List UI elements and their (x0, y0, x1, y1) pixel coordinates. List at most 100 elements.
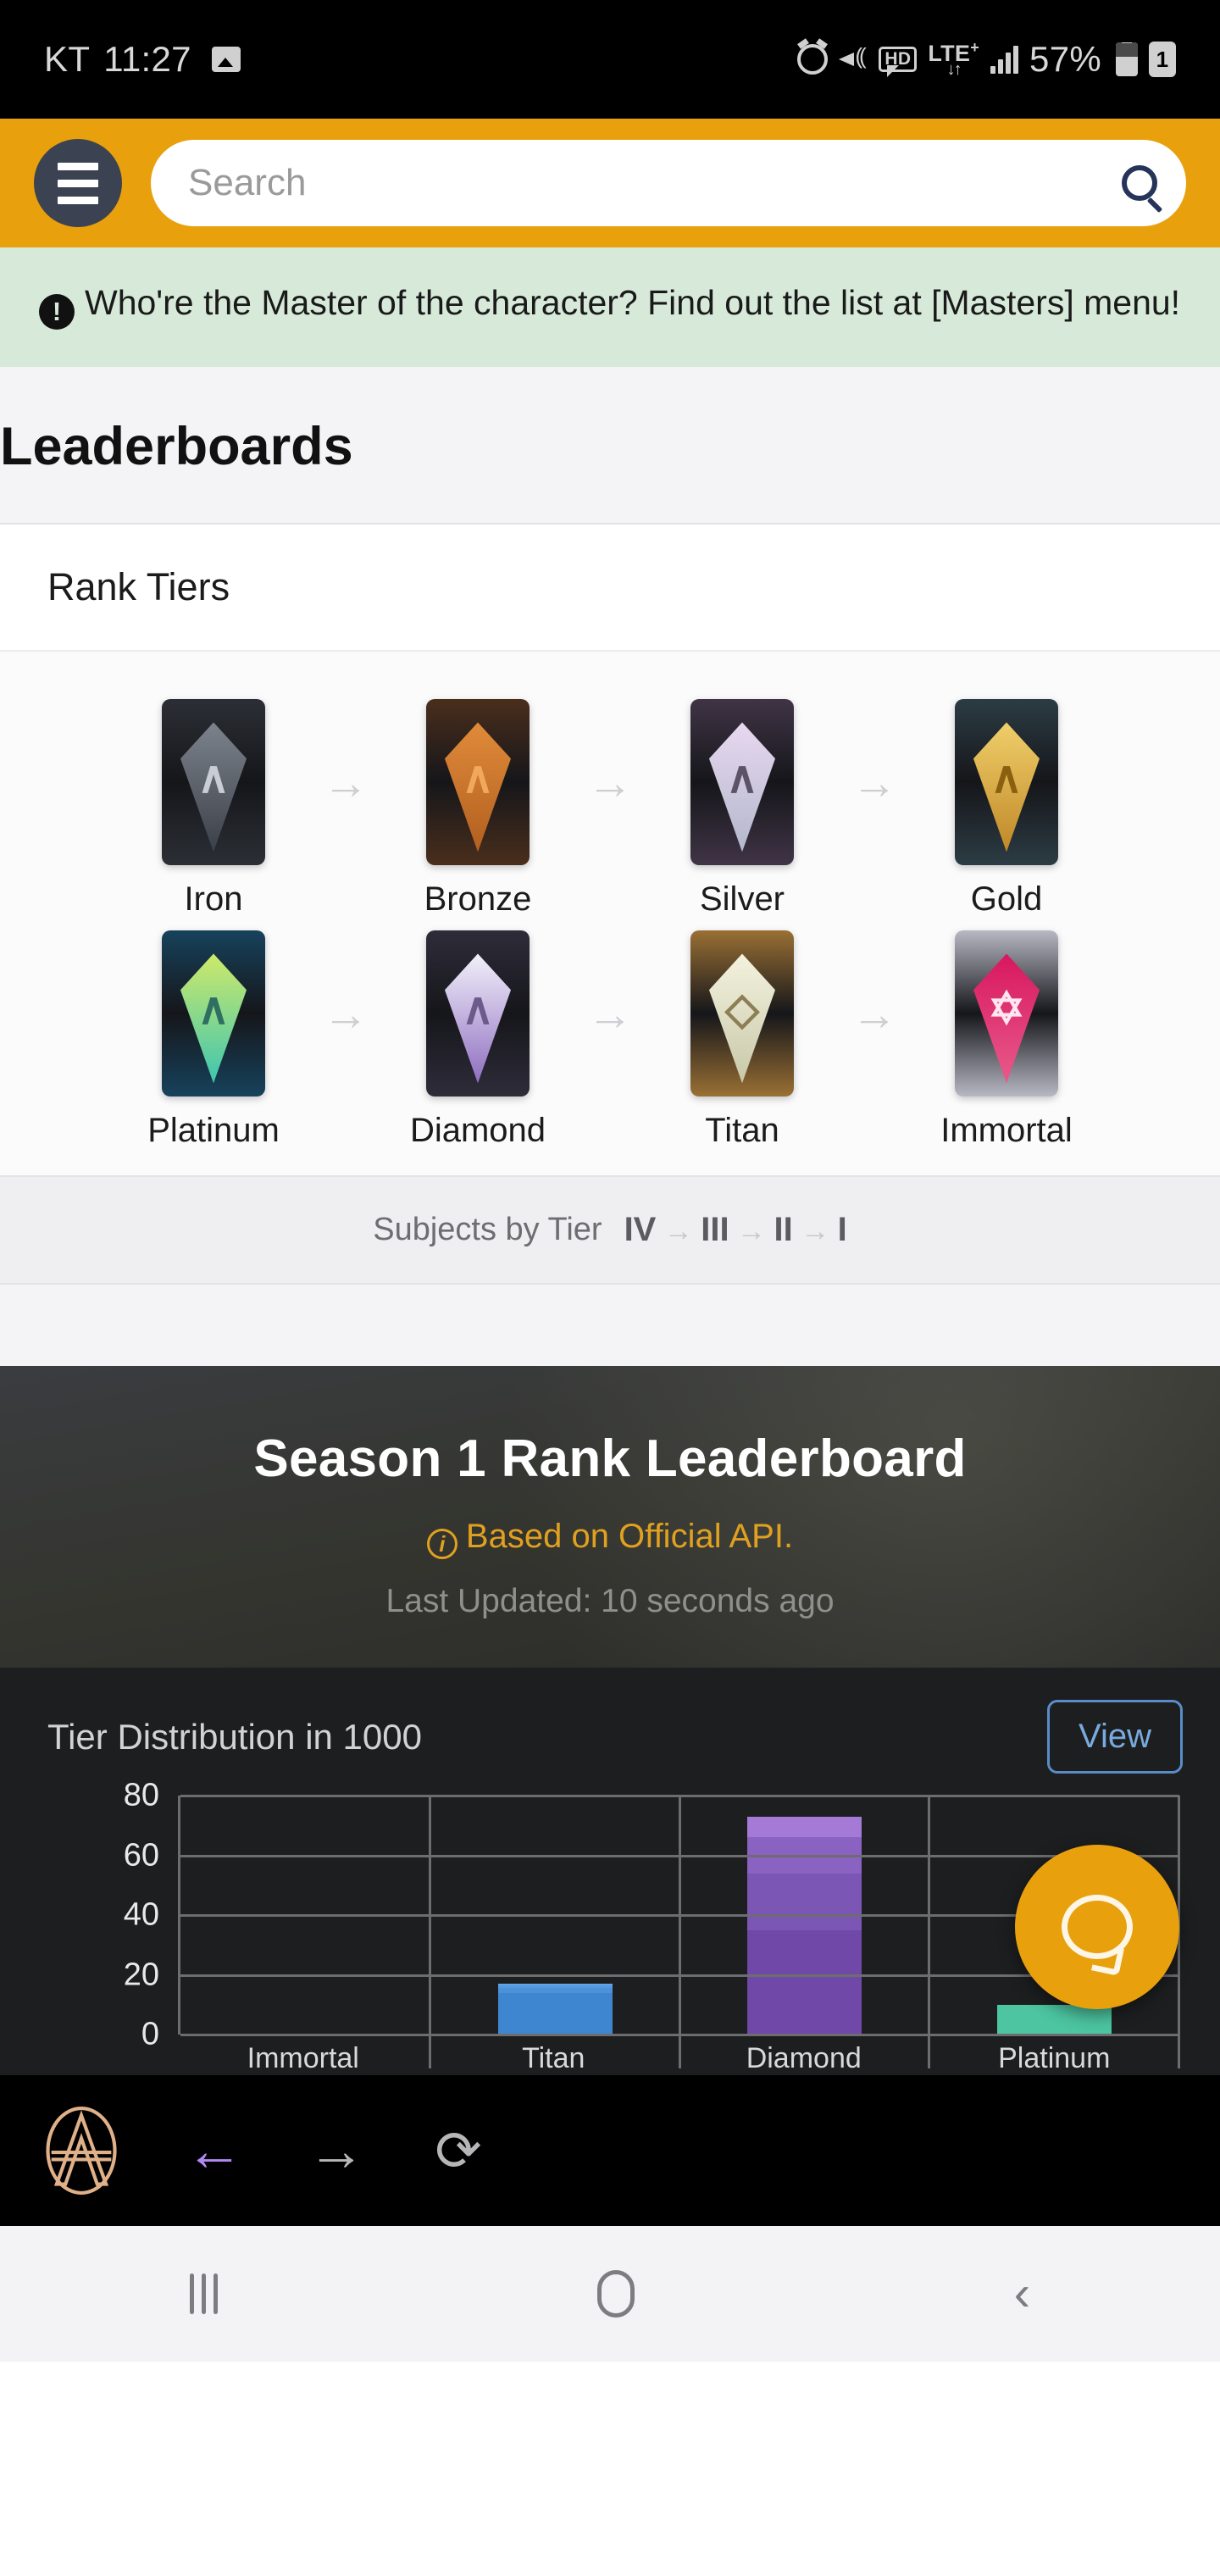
browser-toolbar: ← → ⟳ (0, 2075, 1220, 2226)
tier-row-top: ∧ Iron → ∧ Bronze → ∧ Silver → ∧ Gold (24, 699, 1196, 919)
sim-1-icon: 1 (1149, 42, 1176, 77)
search-placeholder: Search (188, 162, 307, 203)
tier-badge-immortal-icon: ✡ (955, 930, 1058, 1096)
chart-panel: Tier Distribution in 1000 View 0 20 40 60 80… (0, 1668, 1220, 2075)
bar-segment (997, 2004, 1112, 2035)
tier-badge-bronze-icon: ∧ (426, 699, 530, 865)
chart-header: Tier Distribution in 1000 View (0, 1668, 1220, 1789)
bar-segment (747, 1929, 862, 2035)
tier-item-immortal[interactable]: ✡ Immortal (909, 930, 1104, 1150)
tier-item-titan[interactable]: ◇ Titan (645, 930, 840, 1150)
arrow-left-icon[interactable]: ← (181, 2118, 247, 2184)
recent-apps-icon[interactable] (189, 2273, 218, 2314)
tier-progression-arrow-icon: → (587, 989, 633, 1040)
y-axis-tick: 20 (123, 1957, 159, 1992)
tier-item-platinum[interactable]: ∧ Platinum (116, 930, 311, 1150)
rank-tiers-header: Rank Tiers (0, 525, 1220, 652)
back-icon[interactable]: ‹ (1014, 2269, 1030, 2318)
android-navigation-bar: ‹ (0, 2226, 1220, 2362)
chat-bubble-icon[interactable] (1015, 1845, 1179, 2009)
carrier-label: KT (44, 39, 91, 79)
subjects-label: Subjects by Tier (373, 1212, 602, 1247)
tier-badge-glyph: ✡ (988, 984, 1025, 1034)
page-body: Leaderboards Rank Tiers ∧ Iron → ∧ Bronze → ∧ S… (0, 367, 1220, 1366)
back-glyph: ‹ (1013, 2266, 1031, 2321)
bar-segment (497, 1992, 613, 2035)
tier-item-diamond[interactable]: ∧ Diamond (380, 930, 575, 1150)
tier-badge-glyph: ∧ (197, 984, 230, 1034)
status-bar-right: HD LTE+ ↓↑ 57% 1 (797, 39, 1176, 80)
reload-glyph: ⟳ (435, 2118, 482, 2182)
bar-segment (747, 1873, 862, 1930)
arrow-right-icon[interactable]: → (303, 2118, 369, 2184)
tier-label: Platinum (147, 1112, 280, 1149)
bar-stack (997, 2004, 1112, 2035)
x-axis-label: Immortal (247, 2042, 359, 2074)
status-bar-left: KT 11:27 (44, 39, 241, 80)
subject-arrow-icon: → (656, 1215, 702, 1247)
view-button[interactable]: View (1047, 1700, 1183, 1774)
clock-label: 11:27 (103, 39, 191, 79)
tier-badge-iron-icon: ∧ (162, 699, 265, 865)
battery-percent-label: 57% (1029, 39, 1101, 79)
tier-item-gold[interactable]: ∧ Gold (909, 699, 1104, 919)
tier-badge-silver-icon: ∧ (690, 699, 794, 865)
hamburger-icon[interactable] (34, 139, 122, 227)
tier-item-bronze[interactable]: ∧ Bronze (380, 699, 575, 919)
home-glyph (596, 2270, 635, 2318)
subject-tier-I: I (837, 1211, 847, 1248)
subject-tier-II: II (774, 1211, 793, 1248)
chart-x-axis-labels: Immortal Titan Diamond Platinum (178, 2042, 1179, 2075)
exclamation-icon: ! (39, 294, 75, 330)
tier-progression-arrow-icon: → (587, 758, 633, 808)
notice-banner[interactable]: ! Who're the Master of the character? Fin… (0, 247, 1220, 367)
rank-tiers-card: Rank Tiers ∧ Iron → ∧ Bronze → ∧ Silver → ∧ Gold ∧… (0, 523, 1220, 1177)
tier-badge-diamond-icon: ∧ (426, 930, 530, 1096)
recent-apps-glyph (189, 2273, 218, 2314)
signal-bars-icon (990, 45, 1019, 74)
tier-distribution-chart: 0 20 40 60 80 Immortal Titan Diamond Platinum (0, 1778, 1220, 2075)
back-arrow-glyph: ← (186, 2118, 243, 2183)
vertical-gridline (928, 1796, 931, 2068)
subject-tier-III: III (701, 1211, 729, 1248)
apex-logo-icon[interactable] (37, 2107, 125, 2195)
y-axis-tick: 0 (141, 2016, 159, 2052)
reload-icon[interactable]: ⟳ (425, 2118, 491, 2184)
tier-label: Diamond (409, 1112, 546, 1149)
vibrate-mute-icon (839, 43, 868, 72)
subject-arrow-icon: → (792, 1215, 838, 1247)
tier-label: Silver (699, 880, 785, 918)
tier-progression-arrow-icon: → (323, 758, 369, 808)
search-input[interactable]: Search (151, 140, 1186, 226)
tier-item-silver[interactable]: ∧ Silver (645, 699, 840, 919)
page-title: Leaderboards (0, 417, 353, 476)
alarm-icon (797, 44, 829, 75)
bar-stack (497, 1984, 613, 2035)
tier-badge-titan-icon: ◇ (690, 930, 794, 1096)
vertical-gridline (428, 1796, 431, 2068)
bar-stack (747, 1816, 862, 2035)
subjects-by-tier: Subjects by Tier IV → III → II → I (0, 1177, 1220, 1285)
tier-badge-gold-icon: ∧ (955, 699, 1058, 865)
hero-api-note: i Based on Official API. (0, 1518, 1220, 1559)
chart-title: Tier Distribution in 1000 (47, 1716, 422, 1757)
app-bar: Search (0, 119, 1220, 247)
tier-progression-arrow-icon: → (323, 989, 369, 1040)
hero-api-text: Based on Official API. (465, 1518, 794, 1555)
screenshot-image-icon (211, 47, 241, 72)
tier-label: Immortal (940, 1112, 1073, 1149)
tier-badge-glyph: ◇ (725, 984, 759, 1034)
tier-progression-arrow-icon: → (851, 989, 897, 1040)
x-axis-label: Diamond (746, 2042, 862, 2074)
rank-tiers-body: ∧ Iron → ∧ Bronze → ∧ Silver → ∧ Gold ∧ Platinum → ∧ D… (0, 652, 1220, 1175)
search-icon[interactable] (1122, 165, 1157, 201)
battery-icon (1116, 42, 1138, 76)
tier-item-iron[interactable]: ∧ Iron (116, 699, 311, 919)
y-axis-tick: 80 (123, 1777, 159, 1813)
home-icon[interactable] (596, 2270, 635, 2318)
vertical-gridline (678, 1796, 681, 2068)
tier-badge-glyph: ∧ (461, 984, 495, 1034)
bar-segment (747, 1816, 862, 1838)
y-axis-tick: 40 (123, 1896, 159, 1933)
y-axis-tick: 60 (123, 1837, 159, 1873)
